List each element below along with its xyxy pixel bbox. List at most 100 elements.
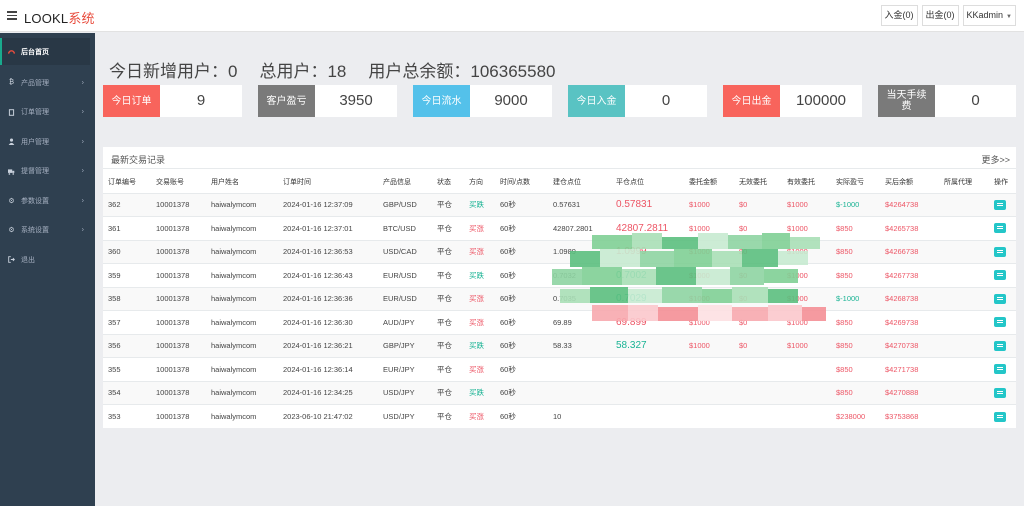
view-details-icon[interactable] — [994, 387, 1006, 398]
stat-card-today-orders: 今日订单 9 — [103, 85, 242, 117]
sidebar-item-dashboard[interactable]: 后台首页 — [0, 38, 90, 65]
cell-product: EUR/USD — [378, 263, 432, 287]
cell-amount — [684, 357, 734, 381]
cell-status: 平仓 — [432, 310, 464, 334]
view-details-icon[interactable] — [994, 199, 1006, 210]
cell-order-id: 356 — [103, 333, 151, 358]
cell-balance-after: $4269738 — [880, 310, 939, 334]
cell-amount: $1000 — [684, 239, 734, 264]
stat-value: 0 — [661, 92, 671, 109]
cell-direction: 买跌 — [464, 192, 495, 217]
column-header: 产品信息 — [383, 178, 411, 186]
cell-balance-after: $4265738 — [880, 216, 939, 240]
cell-duration: 60秒 — [495, 404, 548, 428]
cell-balance-after: $4267738 — [880, 263, 939, 287]
sidebar-item-orders[interactable]: 订单管理 › — [0, 98, 95, 128]
deposit-button[interactable]: 入金(0) — [880, 5, 918, 26]
chevron-right-icon: › — [81, 108, 84, 116]
cell-invalid-amount: $0 — [734, 192, 782, 217]
cell-user-name: haiwalymcom — [206, 239, 278, 264]
cell-agent — [939, 192, 989, 217]
column-header: 订单时间 — [283, 178, 311, 186]
sidebar: 后台首页 ₿ 产品管理 › 订单管理 › 用户管理 › 提督管理 › ⚙ 参数设… — [0, 33, 95, 506]
bitcoin-icon: ₿ — [8, 79, 15, 87]
cell-valid-amount: $1000 — [782, 333, 831, 358]
cell-direction: 买涨 — [464, 404, 495, 428]
hamburger-menu-icon[interactable] — [7, 11, 17, 20]
cell-agent — [939, 310, 989, 334]
stat-card-daily-fee: 当天手续费 0 — [878, 85, 1016, 117]
withdraw-button[interactable]: 出金(0) — [921, 5, 959, 26]
deposit-label: 入金(0) — [884, 10, 914, 20]
cell-status: 平仓 — [432, 286, 464, 311]
column-header: 时间/点数 — [500, 178, 530, 186]
cell-agent — [939, 404, 989, 428]
sidebar-item-users[interactable]: 用户管理 › — [0, 127, 95, 157]
sidebar-item-system[interactable]: ⚙ 系统设置 › — [0, 216, 95, 246]
view-details-icon[interactable] — [994, 340, 1006, 351]
truck-icon — [8, 168, 15, 175]
cell-agent — [939, 286, 989, 311]
cell-valid-amount: $1000 — [782, 263, 831, 287]
cell-account: 10001378 — [151, 192, 206, 217]
more-link[interactable]: 更多>> — [981, 153, 1010, 166]
column-header: 有效委托 — [787, 178, 815, 186]
table-row: 361 10001378 haiwalymcom 2024-01-16 12:37:0… — [103, 216, 1016, 240]
file-icon — [8, 108, 15, 116]
total-users-value: 18 — [327, 62, 347, 81]
cell-amount: $1000 — [684, 192, 734, 217]
cell-balance-after: $4268738 — [880, 286, 939, 311]
table-row: 358 10001378 haiwalymcom 2024-01-16 12:36:3… — [103, 286, 1016, 311]
view-details-icon[interactable] — [994, 246, 1006, 257]
view-details-icon[interactable] — [994, 293, 1006, 304]
total-users-label: 总用户： — [259, 62, 328, 81]
cell-open-price: 0.7032 — [548, 263, 611, 287]
cell-close-price — [611, 380, 684, 405]
total-balance-value: 106365580 — [470, 62, 556, 81]
cell-account: 10001378 — [151, 263, 206, 287]
user-icon — [8, 138, 15, 146]
cell-user-name: haiwalymcom — [206, 263, 278, 287]
view-details-icon[interactable] — [994, 223, 1006, 234]
sidebar-item-products[interactable]: ₿ 产品管理 › — [0, 68, 95, 98]
cell-invalid-amount: $0 — [734, 310, 782, 334]
cell-valid-amount — [782, 380, 831, 405]
stat-cards: 今日订单 9 客户盈亏 3950 今日流水 9000 今日入金 0 今日出金 1… — [103, 85, 1016, 117]
cell-amount — [684, 380, 734, 405]
cell-close-price — [611, 357, 684, 381]
column-header: 方向 — [469, 178, 483, 186]
recent-trades-panel: 最新交易记录 更多>> 订单编号 交易账号 用户姓名 订单时间 产品信息 状态 方向 时间/点… — [103, 147, 1016, 428]
cell-duration: 60秒 — [495, 380, 548, 405]
view-details-icon[interactable] — [994, 317, 1006, 328]
cell-invalid-amount — [734, 357, 782, 381]
cell-product: GBP/USD — [378, 192, 432, 217]
cell-balance-after: $4270738 — [880, 333, 939, 358]
table-body: 362 10001378 haiwalymcom 2024-01-16 12:37:0… — [103, 192, 1016, 428]
cell-order-time: 2024-01-16 12:34:25 — [278, 380, 378, 405]
chevron-right-icon: › — [81, 167, 84, 175]
cell-direction: 买涨 — [464, 239, 495, 264]
column-header: 用户姓名 — [211, 178, 239, 186]
cell-user-name: haiwalymcom — [206, 380, 278, 405]
view-details-icon[interactable] — [994, 270, 1006, 281]
user-menu-button[interactable]: KKadmin ▼ — [962, 5, 1016, 26]
cell-balance-after: $4271738 — [880, 357, 939, 381]
cell-user-name: haiwalymcom — [206, 404, 278, 428]
sidebar-item-withdrawals[interactable]: 提督管理 › — [0, 157, 95, 187]
sidebar-item-logout[interactable]: 退出 — [0, 245, 95, 275]
cell-profit: $-1000 — [831, 192, 880, 217]
cell-invalid-amount: $0 — [734, 263, 782, 287]
column-header: 无效委托 — [739, 178, 767, 186]
cell-amount: $1000 — [684, 216, 734, 240]
view-details-icon[interactable] — [994, 411, 1006, 422]
cell-account: 10001378 — [151, 333, 206, 358]
stat-value: 9 — [196, 92, 206, 109]
sidebar-item-parameters[interactable]: ⚙ 参数设置 › — [0, 186, 95, 216]
cell-order-id: 361 — [103, 216, 151, 240]
column-header: 订单编号 — [108, 178, 136, 186]
cell-status: 平仓 — [432, 239, 464, 264]
cell-account: 10001378 — [151, 404, 206, 428]
table-row: 360 10001378 haiwalymcom 2024-01-16 12:36:5… — [103, 239, 1016, 264]
view-details-icon[interactable] — [994, 364, 1006, 375]
cell-open-price: 10 — [548, 404, 611, 428]
